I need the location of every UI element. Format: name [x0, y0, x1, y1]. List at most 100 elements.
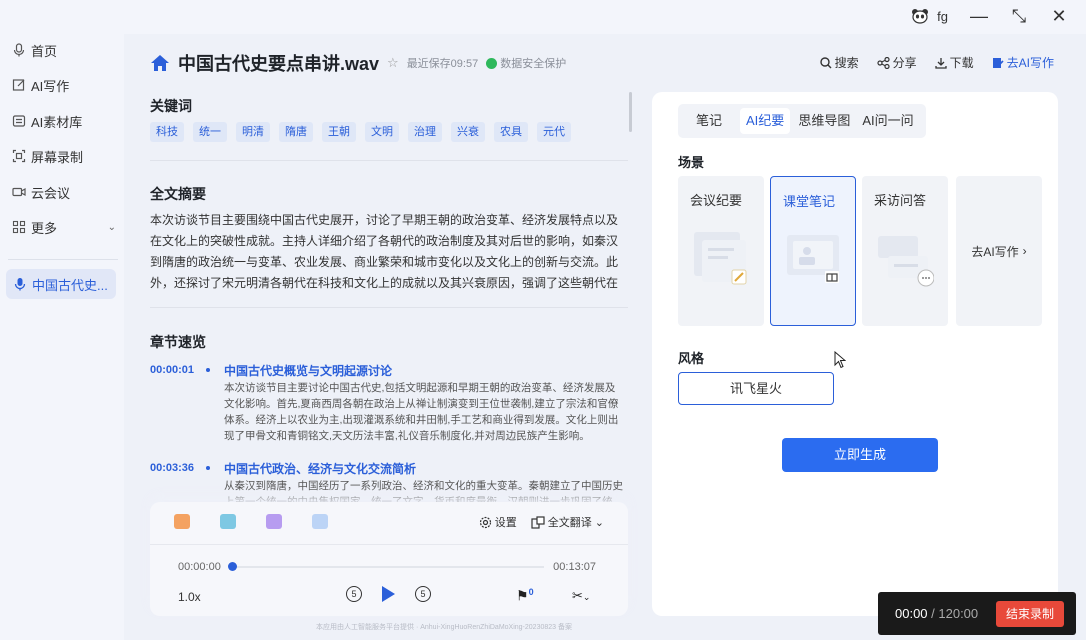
- tab-mind-map[interactable]: 思维导图: [798, 108, 850, 134]
- document-illustration-icon: [694, 232, 747, 285]
- keyword-tag[interactable]: 王朝: [322, 122, 356, 142]
- recording-bar: 00:00 / 120:00 结束录制: [878, 592, 1076, 635]
- divider: [150, 307, 628, 308]
- tab-ai-summary[interactable]: AI纪要: [740, 108, 791, 134]
- sidebar-item-ai-writing[interactable]: AI写作: [12, 74, 116, 96]
- sidebar-item-label: 首页: [31, 43, 58, 59]
- camera-icon: [12, 187, 26, 197]
- stop-recording-button[interactable]: 结束录制: [996, 601, 1064, 627]
- play-button[interactable]: [382, 586, 395, 602]
- keyword-tag[interactable]: 治理: [408, 122, 442, 142]
- forward-5s-button[interactable]: 5: [415, 586, 431, 602]
- more-label: 去AI写作: [971, 244, 1019, 259]
- clip-button[interactable]: ✂⌄: [572, 588, 590, 604]
- sidebar-item-screen-record[interactable]: 屏幕录制: [12, 145, 116, 167]
- sidebar-item-label: AI写作: [31, 78, 70, 94]
- go-ai-writing-button[interactable]: 去AI写作: [992, 54, 1054, 71]
- speed-button[interactable]: 1.0x: [178, 590, 201, 604]
- search-button[interactable]: 搜索: [819, 54, 859, 71]
- shape-icon[interactable]: [312, 514, 328, 529]
- fullscreen-toggle-button[interactable]: ⤡: [1010, 6, 1028, 26]
- download-button[interactable]: 下载: [934, 54, 974, 71]
- sidebar-item-label: AI素材库: [31, 114, 83, 130]
- close-button[interactable]: ✕: [1050, 6, 1068, 26]
- scrollbar[interactable]: [629, 92, 632, 132]
- download-icon: [934, 57, 947, 69]
- scene-card-interview[interactable]: 采访问答: [862, 176, 948, 326]
- style-option-spark[interactable]: 讯飞星火: [678, 372, 834, 405]
- time-limit: / 120:00: [927, 606, 979, 621]
- home-icon[interactable]: [150, 54, 170, 72]
- sidebar-item-label: 中国古代史...: [32, 277, 108, 293]
- share-button[interactable]: 分享: [877, 54, 917, 71]
- settings-label: 设置: [494, 517, 517, 529]
- sidebar-item-ai-library[interactable]: AI素材库: [12, 110, 116, 132]
- summary-heading: 全文摘要: [150, 186, 206, 202]
- keyword-tag[interactable]: 科技: [150, 122, 184, 142]
- tab-notes[interactable]: 笔记: [686, 108, 732, 134]
- scissors-icon: ✂: [572, 588, 583, 603]
- star-icon[interactable]: ☆: [387, 55, 399, 71]
- chapter-timestamp[interactable]: 00:03:36: [150, 462, 194, 474]
- text-icon[interactable]: [220, 514, 236, 529]
- playback-controls: 5 5: [346, 586, 431, 602]
- player-options: 设置 全文翻译 ⌄: [479, 514, 604, 530]
- generate-button[interactable]: 立即生成: [782, 438, 938, 472]
- gear-icon: [479, 516, 491, 528]
- ai-icon[interactable]: [266, 514, 282, 529]
- settings-button[interactable]: 设置: [479, 514, 517, 530]
- chapter-title[interactable]: 中国古代政治、经济与文化交流简析: [224, 460, 416, 477]
- transcript-content: 关键词 科技 统一 明清 隋唐 王朝 文明 治理 兴衰 农具 元代 全文摘要 本…: [150, 92, 632, 562]
- search-label: 搜索: [834, 56, 859, 70]
- divider: [150, 544, 628, 545]
- audio-player: 设置 全文翻译 ⌄ 00:00:00 00:13:07 1.0x 5 5 ⚑0 …: [150, 502, 628, 616]
- translate-label: 全文翻译: [547, 517, 592, 529]
- edit-icon: [992, 57, 1004, 68]
- file-title[interactable]: 中国古代史要点串讲.wav: [178, 50, 379, 76]
- flag-button[interactable]: ⚑0: [516, 587, 534, 605]
- scene-heading: 场景: [678, 155, 705, 170]
- toolbar: 搜索 分享 下载 去AI写作: [819, 54, 1054, 71]
- scene-label: 课堂笔记: [783, 194, 836, 209]
- tab-ai-qa[interactable]: AI问一问: [858, 108, 917, 134]
- panel-tabs: 笔记 AI纪要 思维导图 AI问一问: [678, 104, 926, 138]
- sidebar-item-more[interactable]: 更多 ⌄: [12, 216, 116, 238]
- scene-card-meeting[interactable]: 会议纪要: [678, 176, 764, 326]
- chevron-down-icon: ⌄: [582, 592, 591, 602]
- search-icon: [819, 56, 832, 68]
- keyword-tag[interactable]: 元代: [537, 122, 571, 142]
- keywords-heading: 关键词: [150, 98, 192, 114]
- keyword-tag[interactable]: 明清: [236, 122, 270, 142]
- ai-panel: 笔记 AI纪要 思维导图 AI问一问 场景 会议纪要 课堂笔记 采访问答 去AI…: [652, 92, 1058, 616]
- security-badge: 数据安全保护: [486, 55, 566, 71]
- keyword-tag[interactable]: 兴衰: [451, 122, 485, 142]
- chapter-title[interactable]: 中国古代史概览与文明起源讨论: [224, 362, 392, 379]
- translate-button[interactable]: 全文翻译 ⌄: [531, 514, 604, 530]
- sidebar-item-recent-file[interactable]: 中国古代史...: [6, 269, 116, 299]
- progress-handle[interactable]: [228, 562, 237, 571]
- scene-card-class-notes[interactable]: 课堂笔记: [770, 176, 856, 326]
- keyword-tag[interactable]: 隋唐: [279, 122, 313, 142]
- progress-track[interactable]: [232, 566, 544, 568]
- chat-illustration-icon: [878, 236, 934, 287]
- minimize-button[interactable]: —: [970, 6, 988, 26]
- file-header: 中国古代史要点串讲.wav ☆ 最近保存09:57 数据安全保护: [150, 50, 566, 76]
- chapter-text: 本次访谈节目主要讨论中国古代史,包括文明起源和早期王朝的政治变革、经济发展及文化…: [224, 382, 619, 442]
- keyword-tag[interactable]: 统一: [193, 122, 227, 142]
- word-icon[interactable]: [174, 514, 190, 529]
- sidebar-item-home[interactable]: 首页: [12, 39, 116, 61]
- flag-count: 0: [528, 587, 534, 597]
- save-status: 最近保存09:57: [406, 58, 479, 70]
- go-ai-writing-card[interactable]: 去AI写作 ›: [956, 176, 1042, 326]
- footer-notice: 本应用由人工智能服务平台提供 · Anhui-XingHuoRenZhiDaMo…: [316, 624, 572, 631]
- keyword-tag[interactable]: 文明: [365, 122, 399, 142]
- security-label: 数据安全保护: [500, 58, 567, 70]
- scene-label: 采访问答: [874, 193, 927, 208]
- rewind-5s-button[interactable]: 5: [346, 586, 362, 602]
- chapter-timestamp[interactable]: 00:00:01: [150, 364, 194, 376]
- elapsed-time: 00:00: [895, 606, 928, 621]
- username: fg: [937, 8, 948, 24]
- user-menu[interactable]: fg: [911, 8, 948, 24]
- sidebar-item-cloud-meeting[interactable]: 云会议: [12, 181, 116, 203]
- keyword-tag[interactable]: 农具: [494, 122, 528, 142]
